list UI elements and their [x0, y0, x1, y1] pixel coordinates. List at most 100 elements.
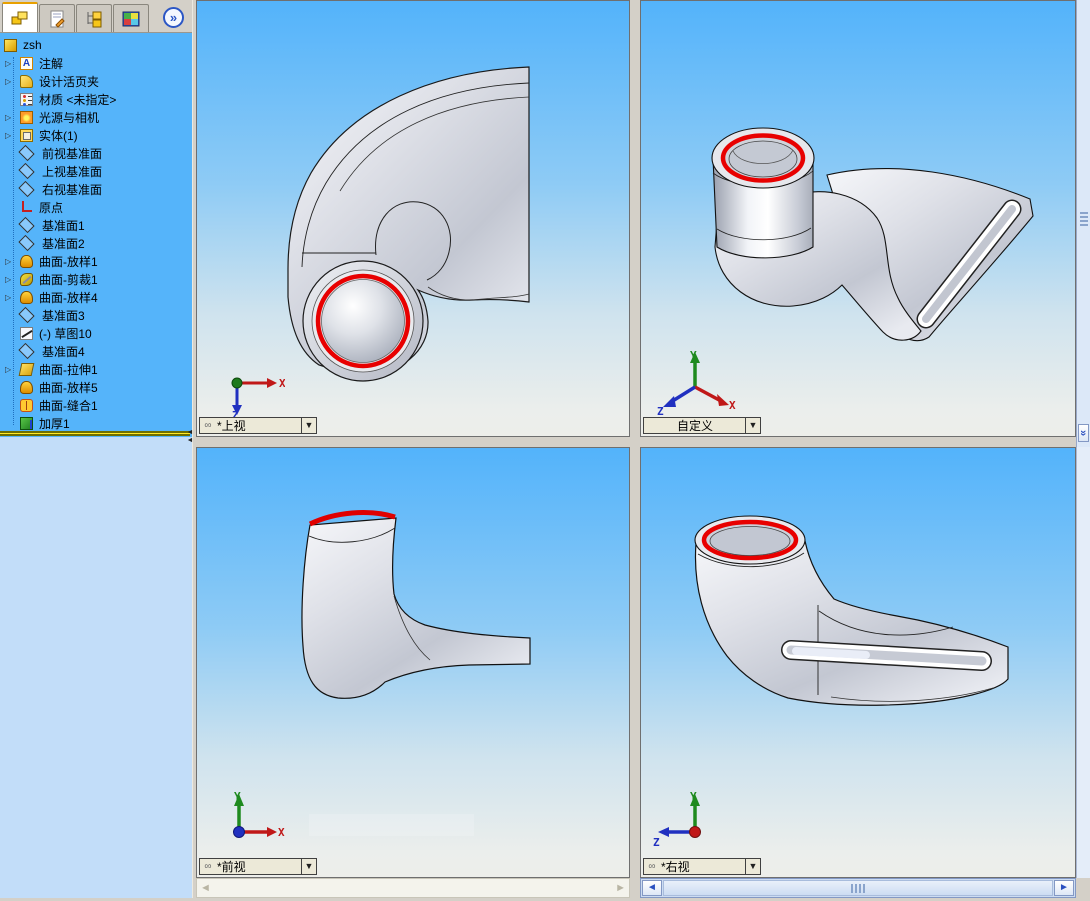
- tree-item[interactable]: ▷ 曲面-放样1: [0, 252, 192, 270]
- tree-item-label: (-) 草图10: [39, 326, 92, 341]
- tree-item-label: 基准面4: [42, 344, 85, 359]
- propertymanager-icon: [50, 10, 65, 28]
- link-icon: ∞: [204, 861, 212, 872]
- view-orientation-combo[interactable]: ∞ *上视 ▼: [199, 417, 317, 434]
- expand-arrow-icon[interactable]: ▷: [5, 293, 18, 302]
- design-binder-icon: [20, 74, 33, 88]
- tree-item-label: 曲面-放样1: [39, 254, 98, 269]
- tree-item-label: 光源与相机: [39, 110, 100, 125]
- scrollbar-track[interactable]: [663, 880, 1053, 896]
- tree-item[interactable]: 曲面-放样5: [0, 378, 192, 396]
- viewport-divider-horizontal[interactable]: [196, 437, 1090, 447]
- splitter-collapse-button[interactable]: »: [1078, 424, 1090, 442]
- tree-item[interactable]: ▷ 曲面-剪裁1: [0, 270, 192, 288]
- tree-item[interactable]: 基准面3: [0, 306, 192, 324]
- propertymanager-tab[interactable]: [39, 4, 75, 32]
- viewport-divider-vertical-top[interactable]: [630, 0, 640, 437]
- tree-item[interactable]: 右视基准面: [0, 180, 192, 198]
- plane-icon: [18, 342, 35, 360]
- tree-root-item[interactable]: zsh: [0, 36, 192, 54]
- expand-arrow-icon[interactable]: ▷: [5, 113, 18, 122]
- tree-item[interactable]: ▷ 设计活页夹: [0, 72, 192, 90]
- rollback-bar[interactable]: [0, 431, 190, 436]
- expand-arrow-icon[interactable]: ▷: [5, 257, 18, 266]
- expand-arrow-icon[interactable]: ▷: [5, 275, 18, 284]
- vertical-splitter[interactable]: »: [1076, 0, 1090, 447]
- tree-item[interactable]: ▷ A 注解: [0, 54, 192, 72]
- tree-item[interactable]: 原点: [0, 198, 192, 216]
- link-icon: ∞: [204, 420, 212, 431]
- tree-item[interactable]: ▷ 曲面-放样4: [0, 288, 192, 306]
- tree-item-label: 材质 <未指定>: [39, 92, 117, 107]
- tree-item-label: 加厚1: [39, 416, 70, 431]
- expand-arrow-icon[interactable]: ▷: [5, 77, 18, 86]
- expand-arrow-icon[interactable]: ▷: [5, 131, 18, 140]
- tree-item-label: 设计活页夹: [39, 74, 100, 89]
- tree-item[interactable]: 曲面-缝合1: [0, 396, 192, 414]
- solid-bodies-icon: [20, 128, 33, 142]
- panel-expand-button[interactable]: »: [163, 7, 184, 28]
- solidworks-window: » zsh ▷ A 注解 ▷ 设计活页夹 材质 <未指定> ▷ 光源与相机 ▷ 实体(1) 前视基准…: [0, 0, 1090, 901]
- horizontal-scrollbar-right[interactable]: ◄ ►: [640, 878, 1076, 898]
- expand-arrow-icon[interactable]: ▷: [5, 59, 18, 68]
- tree-item[interactable]: 基准面4: [0, 342, 192, 360]
- dimxpertmanager-tab[interactable]: [113, 4, 149, 32]
- tree-item[interactable]: 前视基准面: [0, 144, 192, 162]
- dropdown-arrow-icon[interactable]: ▼: [301, 418, 316, 433]
- tree-item[interactable]: 上视基准面: [0, 162, 192, 180]
- svg-text:Y: Y: [690, 349, 697, 362]
- scroll-right-icon[interactable]: ►: [615, 882, 626, 894]
- tree-item-label: 注解: [39, 56, 64, 71]
- view-orientation-combo[interactable]: 自定义 ▼: [643, 417, 761, 434]
- splitter-arrows-icon[interactable]: ◄ ◄: [185, 429, 195, 445]
- tree-item-label: 原点: [39, 200, 64, 215]
- scroll-left-icon[interactable]: ◄: [200, 882, 211, 894]
- viewport-divider-vertical-bottom[interactable]: [630, 447, 640, 878]
- viewport-top-view[interactable]: X Z ∞ *上视 ▼: [196, 0, 630, 437]
- tree-item[interactable]: ▷ 实体(1): [0, 126, 192, 144]
- svg-text:Y: Y: [690, 790, 697, 803]
- tree-root-label: zsh: [23, 38, 42, 52]
- splitter-grip[interactable]: [1080, 212, 1088, 226]
- tree-item-label: 实体(1): [39, 128, 78, 143]
- tree-item-label: 曲面-剪裁1: [39, 272, 98, 287]
- tree-item-list: ▷ A 注解 ▷ 设计活页夹 材质 <未指定> ▷ 光源与相机 ▷ 实体(1) 前视基准面 上视基准面…: [0, 54, 192, 432]
- lights-icon: [20, 110, 33, 124]
- horizontal-scrollbar-left[interactable]: ◄ ►: [196, 878, 630, 898]
- viewport-custom-view[interactable]: Y X Z 自定义 ▼: [640, 0, 1076, 437]
- surface-loft-icon: [20, 290, 33, 304]
- svg-text:Z: Z: [657, 405, 664, 417]
- tree-item[interactable]: 材质 <未指定>: [0, 90, 192, 108]
- dropdown-arrow-icon[interactable]: ▼: [745, 418, 760, 433]
- tree-item[interactable]: ▷ 曲面-拉伸1: [0, 360, 192, 378]
- viewport-right-view[interactable]: Y Z ∞ *右视 ▼: [640, 447, 1076, 878]
- configurationmanager-icon: [87, 11, 102, 27]
- expand-arrow-icon[interactable]: ▷: [5, 365, 18, 374]
- annotations-icon: A: [20, 56, 33, 70]
- scroll-right-icon[interactable]: ►: [1054, 880, 1074, 896]
- tree-item[interactable]: 基准面2: [0, 234, 192, 252]
- configurationmanager-tab[interactable]: [76, 4, 112, 32]
- scrollbar-grip[interactable]: [851, 884, 865, 893]
- svg-text:X: X: [729, 399, 736, 412]
- tree-item[interactable]: 基准面1: [0, 216, 192, 234]
- svg-text:X: X: [279, 377, 285, 390]
- tree-item[interactable]: (-) 草图10: [0, 324, 192, 342]
- featuremanager-tab[interactable]: [2, 2, 38, 32]
- svg-text:Z: Z: [653, 836, 660, 849]
- tree-item[interactable]: ▷ 光源与相机: [0, 108, 192, 126]
- sketch-icon: [20, 326, 33, 340]
- tree-item-label: 右视基准面: [42, 182, 103, 197]
- view-orientation-combo[interactable]: ∞ *前视 ▼: [199, 858, 317, 875]
- right-edge-strip: [1076, 447, 1090, 878]
- tree-item[interactable]: 加厚1: [0, 414, 192, 432]
- view-orientation-combo[interactable]: ∞ *右视 ▼: [643, 858, 761, 875]
- dropdown-arrow-icon[interactable]: ▼: [301, 859, 316, 874]
- dropdown-arrow-icon[interactable]: ▼: [745, 859, 760, 874]
- tree-item-label: 曲面-放样4: [39, 290, 98, 305]
- feature-tree-panel: » zsh ▷ A 注解 ▷ 设计活页夹 材质 <未指定> ▷ 光源与相机 ▷ 实体(1) 前视基准…: [0, 0, 192, 901]
- view-orientation-label: *前视: [217, 860, 246, 874]
- part-icon: [4, 38, 17, 52]
- viewport-front-view[interactable]: Y X ∞ *前视 ▼: [196, 447, 630, 878]
- scroll-left-icon[interactable]: ◄: [642, 880, 662, 896]
